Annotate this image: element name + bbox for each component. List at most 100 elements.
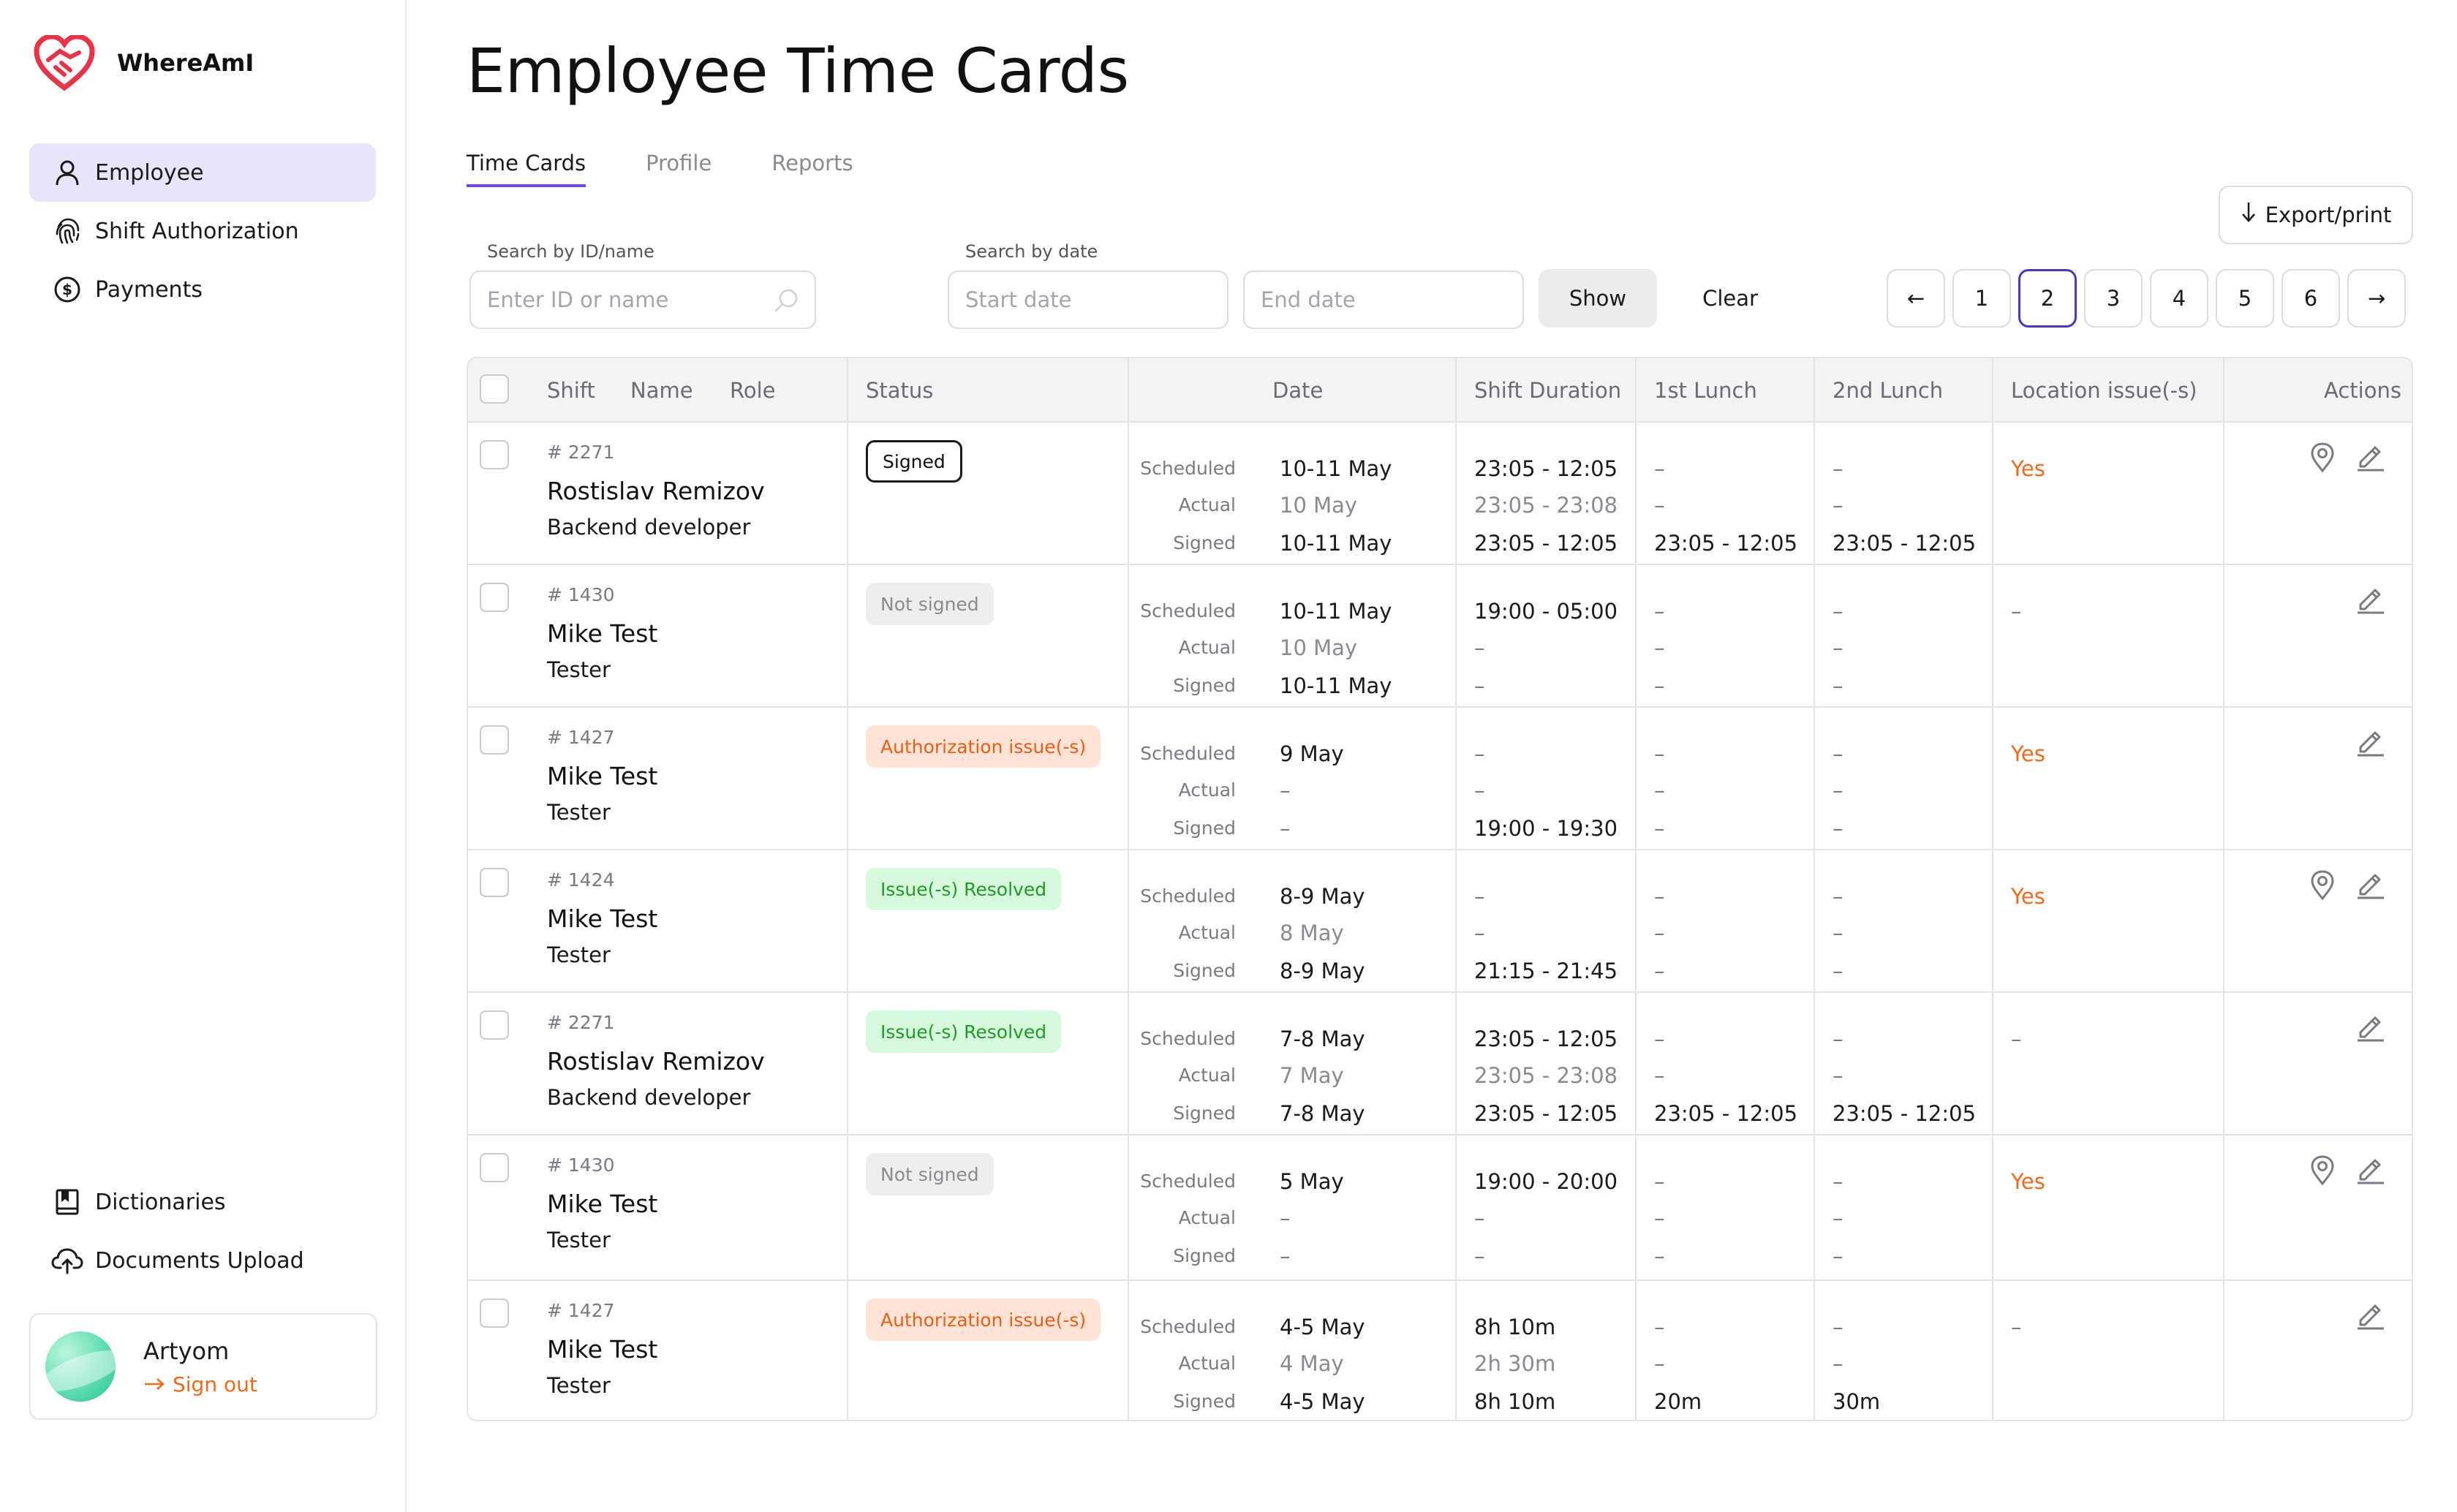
duration-value: 23:05 - 23:08 bbox=[1474, 493, 1618, 518]
sidebar-item-shift-authorization[interactable]: Shift Authorization bbox=[29, 202, 376, 260]
employee-name[interactable]: Mike Test bbox=[547, 762, 657, 790]
lunch2-value: – bbox=[1833, 741, 1843, 766]
arrow-down-icon bbox=[2241, 201, 2257, 229]
header-status[interactable]: Status bbox=[866, 358, 933, 423]
employee-role: Tester bbox=[547, 657, 611, 682]
date-label-scheduled: Scheduled bbox=[1140, 600, 1236, 621]
location-pin-icon[interactable] bbox=[2306, 442, 2339, 474]
date-label-signed: Signed bbox=[1173, 817, 1236, 839]
date-label-signed: Signed bbox=[1173, 1391, 1236, 1412]
date-value: 10-11 May bbox=[1280, 673, 1392, 698]
employee-name[interactable]: Mike Test bbox=[547, 1335, 657, 1364]
lunch1-value: 23:05 - 12:05 bbox=[1654, 1101, 1798, 1126]
header-name[interactable]: Name bbox=[630, 358, 693, 423]
search-id-placeholder: Enter ID or name bbox=[487, 287, 669, 312]
header-location-issues[interactable]: Location issue(-s) bbox=[2011, 358, 2197, 423]
date-label-scheduled: Scheduled bbox=[1140, 743, 1236, 764]
sidebar-item-label: Employee bbox=[95, 159, 204, 186]
search-id-label: Search by ID/name bbox=[487, 241, 654, 262]
employee-name[interactable]: Mike Test bbox=[547, 904, 657, 933]
row-checkbox[interactable] bbox=[480, 1010, 509, 1040]
row-checkbox[interactable] bbox=[480, 440, 509, 469]
header-shift[interactable]: Shift bbox=[547, 358, 595, 423]
lunch2-value: – bbox=[1833, 816, 1843, 841]
lunch2-value: – bbox=[1833, 1315, 1843, 1339]
sidebar-item-dictionaries[interactable]: Dictionaries bbox=[29, 1173, 376, 1231]
start-date-placeholder: Start date bbox=[965, 287, 1072, 312]
sign-out-link[interactable]: Sign out bbox=[143, 1372, 257, 1396]
page-button-6[interactable]: 6 bbox=[2282, 269, 2340, 328]
page-button-3[interactable]: 3 bbox=[2084, 269, 2143, 328]
edit-icon[interactable] bbox=[2355, 868, 2387, 900]
next-page-button[interactable]: → bbox=[2347, 269, 2406, 328]
date-value: 10 May bbox=[1280, 635, 1358, 660]
row-checkbox[interactable] bbox=[480, 725, 509, 755]
tab-time-cards[interactable]: Time Cards bbox=[467, 151, 586, 187]
show-button[interactable]: Show bbox=[1539, 269, 1657, 328]
select-all-checkbox[interactable] bbox=[480, 374, 509, 404]
shift-number: # 1424 bbox=[547, 869, 615, 891]
start-date-input[interactable]: Start date bbox=[948, 271, 1228, 329]
tab-reports[interactable]: Reports bbox=[771, 151, 853, 187]
prev-page-button[interactable]: ← bbox=[1887, 269, 1945, 328]
header-role[interactable]: Role bbox=[730, 358, 776, 423]
table-row: # 1424 Mike Test Tester Issue(-s) Resolved S… bbox=[468, 850, 2412, 993]
location-issue-value: Yes bbox=[2011, 1169, 2045, 1194]
status-badge: Not signed bbox=[866, 1153, 994, 1195]
app-logo[interactable]: WhereAmI bbox=[34, 35, 254, 91]
row-checkbox[interactable] bbox=[480, 868, 509, 897]
table-row: # 2271 Rostislav Remizov Backend developer… bbox=[468, 423, 2412, 565]
date-value: 10-11 May bbox=[1280, 456, 1392, 481]
app-name: WhereAmI bbox=[117, 49, 254, 77]
table-row: # 1430 Mike Test Tester Not signed Scheduled… bbox=[468, 565, 2412, 708]
edit-icon[interactable] bbox=[2355, 440, 2387, 472]
page-button-4[interactable]: 4 bbox=[2150, 269, 2208, 328]
search-date-label: Search by date bbox=[965, 241, 1098, 262]
lunch1-value: – bbox=[1654, 673, 1665, 698]
location-pin-icon[interactable] bbox=[2306, 1154, 2339, 1187]
page-button-2[interactable]: 2 bbox=[2018, 269, 2077, 328]
sidebar-bottom-nav: Dictionaries Documents Upload bbox=[29, 1173, 376, 1290]
date-value: 4-5 May bbox=[1280, 1389, 1365, 1414]
header-2nd-lunch[interactable]: 2nd Lunch bbox=[1833, 358, 1943, 423]
row-checkbox[interactable] bbox=[480, 1153, 509, 1182]
sidebar-item-payments[interactable]: $ Payments bbox=[29, 260, 376, 319]
duration-value: 23:05 - 12:05 bbox=[1474, 1027, 1618, 1051]
edit-icon[interactable] bbox=[2355, 1153, 2387, 1185]
lunch1-value: – bbox=[1654, 921, 1665, 945]
date-value: 10 May bbox=[1280, 493, 1358, 518]
row-checkbox[interactable] bbox=[480, 583, 509, 612]
header-1st-lunch[interactable]: 1st Lunch bbox=[1654, 358, 1757, 423]
tab-profile[interactable]: Profile bbox=[646, 151, 712, 187]
location-issue-value: – bbox=[2011, 1315, 2022, 1339]
sidebar-item-employee[interactable]: Employee bbox=[29, 143, 376, 202]
page-button-1[interactable]: 1 bbox=[1952, 269, 2011, 328]
search-id-input[interactable]: Enter ID or name bbox=[469, 271, 816, 329]
employee-name[interactable]: Mike Test bbox=[547, 1190, 657, 1218]
edit-icon[interactable] bbox=[2355, 725, 2387, 757]
clear-button[interactable]: Clear bbox=[1679, 269, 1781, 328]
header-shift-duration[interactable]: Shift Duration bbox=[1474, 358, 1621, 423]
user-icon bbox=[51, 156, 83, 189]
header-date[interactable]: Date bbox=[1272, 358, 1323, 423]
sidebar-item-documents-upload[interactable]: Documents Upload bbox=[29, 1231, 376, 1290]
employee-name[interactable]: Mike Test bbox=[547, 619, 657, 648]
lunch1-value: – bbox=[1654, 1315, 1665, 1339]
employee-name[interactable]: Rostislav Remizov bbox=[547, 1047, 765, 1076]
duration-value: – bbox=[1474, 1244, 1485, 1269]
end-date-input[interactable]: End date bbox=[1243, 271, 1524, 329]
employee-name[interactable]: Rostislav Remizov bbox=[547, 477, 765, 505]
page-button-5[interactable]: 5 bbox=[2216, 269, 2274, 328]
export-print-button[interactable]: Export/print bbox=[2219, 186, 2413, 244]
employee-role: Tester bbox=[547, 1228, 611, 1252]
location-pin-icon[interactable] bbox=[2306, 869, 2339, 901]
edit-icon[interactable] bbox=[2355, 1010, 2387, 1043]
edit-icon[interactable] bbox=[2355, 1299, 2387, 1331]
user-name: Artyom bbox=[143, 1337, 230, 1365]
edit-icon[interactable] bbox=[2355, 583, 2387, 615]
employee-role: Tester bbox=[547, 942, 611, 967]
date-label-actual: Actual bbox=[1178, 637, 1236, 658]
row-checkbox[interactable] bbox=[480, 1299, 509, 1328]
lunch1-value: – bbox=[1654, 1351, 1665, 1376]
date-label-actual: Actual bbox=[1178, 1353, 1236, 1374]
